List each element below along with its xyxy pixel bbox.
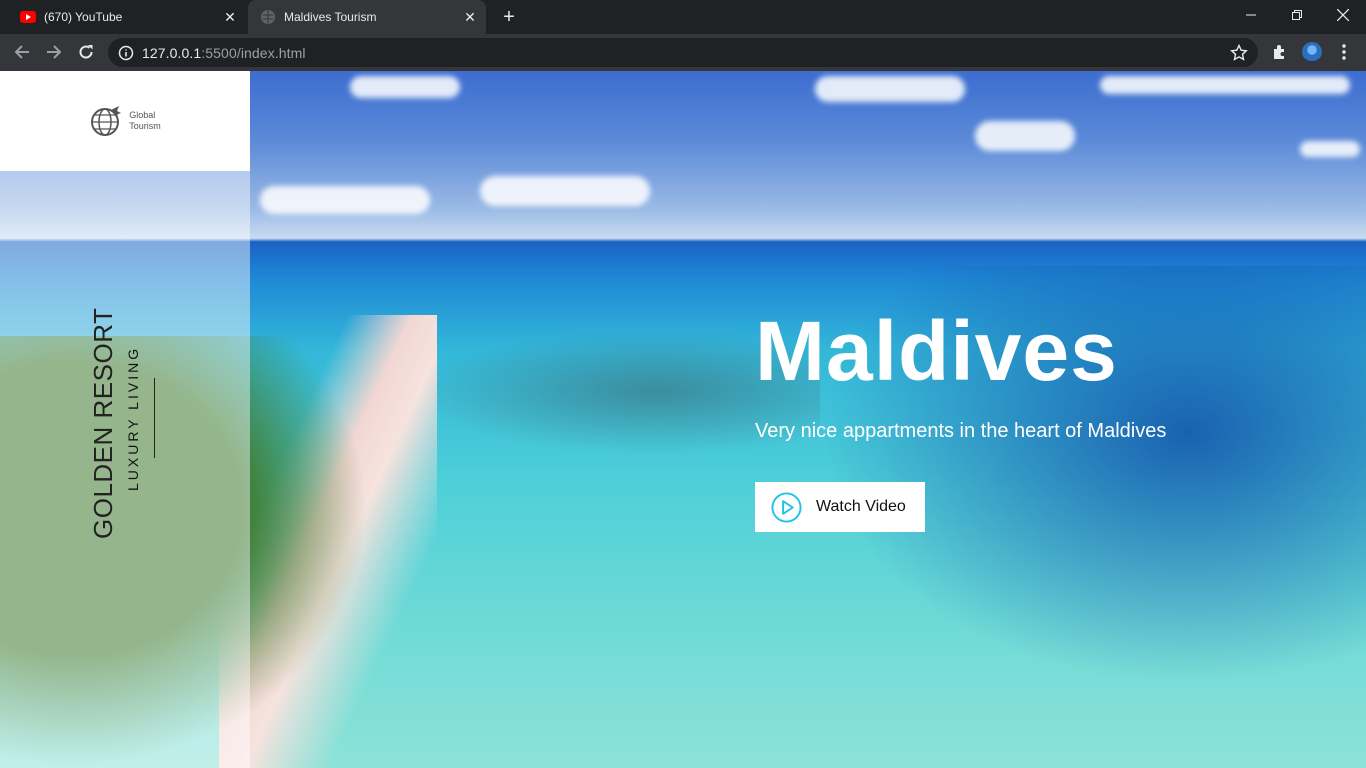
tab-title: (670) YouTube [44,10,123,24]
bookmark-star-icon[interactable] [1230,44,1248,62]
watch-video-button[interactable]: Watch Video [755,482,925,532]
play-circle-icon [771,491,802,523]
forward-arrow-icon[interactable] [40,38,68,66]
browser-toolbar: 127.0.0.1:5500/index.html [0,34,1366,71]
resort-title: GOLDEN RESORT [88,307,118,539]
logo-text-line1: Global [129,110,156,120]
globe-icon [260,9,276,25]
close-tab-icon[interactable]: ✕ [460,7,480,27]
close-tab-icon[interactable]: ✕ [220,7,240,27]
url-text: 127.0.0.1:5500/index.html [142,44,306,61]
reload-icon[interactable] [72,38,100,66]
vertical-divider [154,378,155,458]
back-arrow-icon[interactable] [8,38,36,66]
address-bar[interactable]: 127.0.0.1:5500/index.html [108,38,1258,67]
menu-kebab-icon[interactable] [1334,42,1354,62]
resort-subtitle: LUXURY LIVING [125,345,141,491]
tab-youtube[interactable]: (670) YouTube ✕ [8,0,246,34]
close-window-icon[interactable] [1320,0,1366,30]
logo-area: Global Tourism [0,71,250,171]
minimize-icon[interactable] [1228,0,1274,30]
globe-plane-logo-icon [91,106,122,136]
restore-icon[interactable] [1274,0,1320,30]
webpage: Global Tourism GOLDEN RESORT LUXURY LIVI… [0,71,1366,768]
youtube-icon [20,9,36,25]
tab-strip: (670) YouTube ✕ Maldives Tourism ✕ + [0,0,1366,34]
new-tab-button[interactable]: + [498,6,520,28]
site-logo[interactable]: Global Tourism [89,104,161,138]
tab-maldives[interactable]: Maldives Tourism ✕ [248,0,486,34]
logo-text-line2: Tourism [129,121,161,131]
hero-tagline: Very nice appartments in the heart of Ma… [755,420,1167,442]
tab-title: Maldives Tourism [284,10,377,24]
extensions-puzzle-icon[interactable] [1270,42,1290,62]
sidebar: Global Tourism GOLDEN RESORT LUXURY LIVI… [0,71,250,768]
profile-avatar[interactable] [1302,42,1322,62]
hero-headline: Maldives [755,304,1118,398]
watch-video-label: Watch Video [816,498,906,515]
site-info-icon[interactable] [118,45,134,61]
